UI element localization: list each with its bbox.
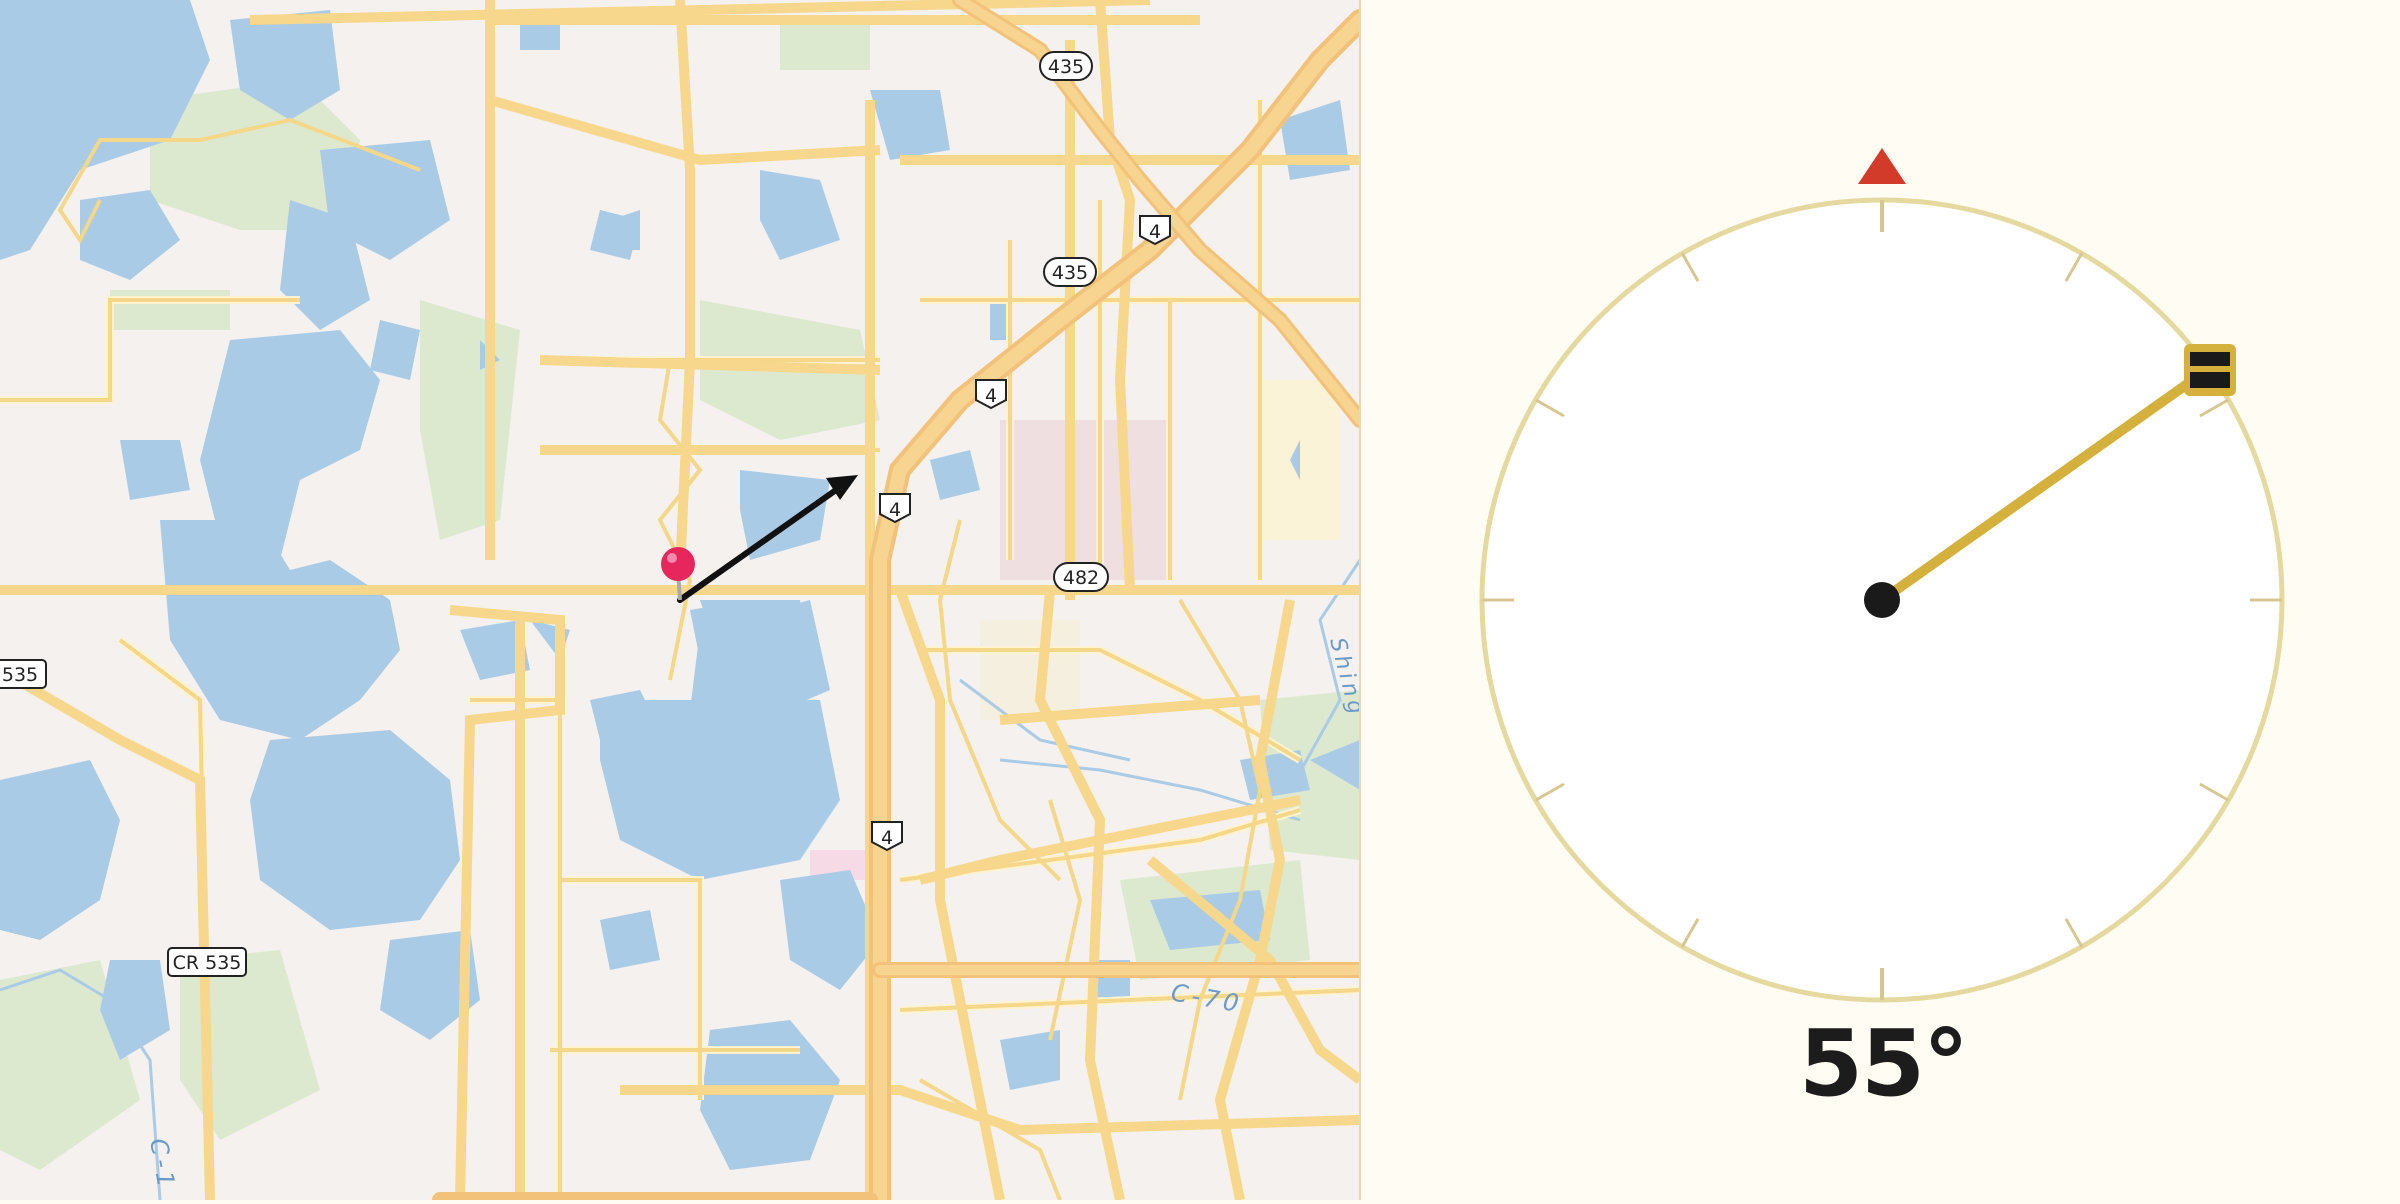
svg-text:4: 4	[1149, 221, 1161, 243]
svg-text:435: 435	[1048, 56, 1084, 78]
bearing-readout: 55°	[1798, 1010, 1969, 1117]
route-shield-cr535: CR 535	[167, 947, 247, 977]
map-canvas[interactable]: 435 435 4 4 4 4 482 535 CR 535 C-70 C-1 …	[0, 0, 1360, 1200]
needle-hub	[1864, 582, 1900, 618]
svg-text:482: 482	[1063, 567, 1099, 589]
route-shield-i435-north: 435	[1039, 51, 1093, 81]
svg-text:4: 4	[881, 827, 893, 849]
route-shield-sr535-west: 535	[0, 659, 47, 689]
svg-text:4: 4	[889, 499, 901, 521]
svg-text:435: 435	[1052, 262, 1088, 284]
svg-text:535: 535	[2, 664, 38, 686]
needle-handle[interactable]	[2184, 344, 2236, 396]
svg-text:4: 4	[985, 385, 997, 407]
svg-text:CR 535: CR 535	[173, 952, 242, 974]
route-shield-sr482: 482	[1053, 562, 1109, 592]
north-marker-icon	[1858, 148, 1906, 184]
route-shield-i435-mid: 435	[1043, 257, 1097, 287]
map-view[interactable]: 435 435 4 4 4 4 482 535 CR 535 C-70 C-1 …	[0, 0, 1360, 1200]
